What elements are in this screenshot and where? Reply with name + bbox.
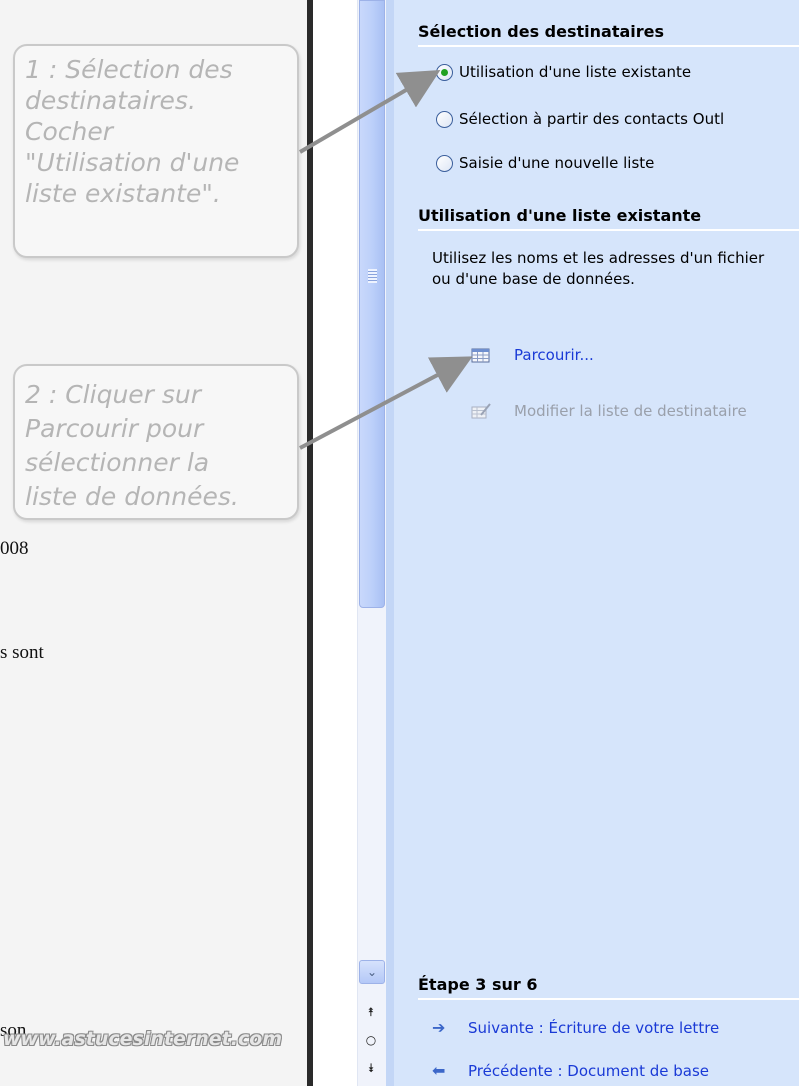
document-text-fragment: 008 <box>0 538 29 559</box>
previous-step-label: Précédente : Document de base <box>468 1061 710 1080</box>
scrollbar-grip-icon <box>368 269 377 283</box>
browse-link-label: Parcourir... <box>514 346 594 364</box>
document-text-fragment: s sont <box>0 642 44 663</box>
callout-line: liste de données. <box>25 482 239 511</box>
watermark: www.astucesinternet.com <box>3 1028 283 1050</box>
arrow-left-icon: ⬅ <box>432 1061 446 1080</box>
section-title-existing-list: Utilisation d'une liste existante <box>418 206 702 225</box>
edit-recipients-link[interactable]: Modifier la liste de destinataire <box>470 402 747 420</box>
callout-line: 2 : Cliquer sur <box>25 380 202 409</box>
radio-checked-icon[interactable] <box>436 63 453 81</box>
callout-line: sélectionner la <box>25 448 210 477</box>
table-grid-icon <box>471 348 490 363</box>
section-divider <box>418 998 799 1000</box>
callout-line: "Utilisation d'une <box>25 148 240 177</box>
edit-list-icon <box>471 403 491 419</box>
double-up-arrow-icon: ⯭ <box>367 1004 375 1019</box>
vertical-scrollbar[interactable]: ⌄ ⯭ ○ ⯯ <box>357 0 387 1086</box>
mail-merge-task-pane: Sélection des destinataires Utilisation … <box>386 0 799 1086</box>
section-divider <box>418 229 799 231</box>
radio-label: Saisie d'une nouvelle liste <box>459 154 655 172</box>
scrollbar-thumb[interactable] <box>359 0 385 608</box>
browse-link[interactable]: Parcourir... <box>470 346 594 364</box>
radio-label: Sélection à partir des contacts Outl <box>459 110 725 128</box>
callout-step-1: 1 : Sélection des destinataires. Cocher … <box>13 44 299 258</box>
callout-line: liste existante". <box>25 179 221 208</box>
radio-unchecked-icon[interactable] <box>436 110 453 128</box>
previous-step-link[interactable]: ⬅ Précédente : Document de base <box>432 1061 709 1080</box>
step-title: Étape 3 sur 6 <box>418 975 538 994</box>
radio-outlook-contacts[interactable]: Sélection à partir des contacts Outl <box>436 110 724 128</box>
arrow-right-icon: ➔ <box>432 1018 446 1037</box>
radio-unchecked-icon[interactable] <box>436 154 453 172</box>
callout-line: Parcourir pour <box>25 414 204 443</box>
previous-page-button[interactable]: ⯭ <box>362 1003 380 1021</box>
callout-line: destinataires. <box>25 86 196 115</box>
section-divider <box>418 45 799 47</box>
next-step-label: Suivante : Écriture de votre lettre <box>468 1018 720 1037</box>
select-browse-object-button[interactable]: ○ <box>362 1031 380 1049</box>
double-down-arrow-icon: ⯯ <box>367 1060 375 1075</box>
radio-label: Utilisation d'une liste existante <box>459 63 692 81</box>
callout-line: 1 : Sélection des <box>25 55 233 84</box>
chevron-down-icon: ⌄ <box>366 965 378 979</box>
description-text: Utilisez les noms et les adresses d'un f… <box>432 249 765 288</box>
document-gutter <box>313 0 357 1086</box>
next-step-link[interactable]: ➔ Suivante : Écriture de votre lettre <box>432 1018 719 1037</box>
next-page-button[interactable]: ⯯ <box>362 1059 380 1077</box>
callout-line: Cocher <box>25 117 114 146</box>
radio-existing-list[interactable]: Utilisation d'une liste existante <box>436 63 691 81</box>
callout-step-2: 2 : Cliquer sur Parcourir pour sélection… <box>13 364 299 520</box>
document-area: 008 s sont son 1 : Sélection des destina… <box>0 0 307 1086</box>
edit-recipients-label: Modifier la liste de destinataire <box>514 402 747 420</box>
circle-icon: ○ <box>365 1033 377 1047</box>
scroll-down-button[interactable]: ⌄ <box>359 960 385 984</box>
section-title-recipients: Sélection des destinataires <box>418 22 665 41</box>
radio-new-list[interactable]: Saisie d'une nouvelle liste <box>436 154 654 172</box>
